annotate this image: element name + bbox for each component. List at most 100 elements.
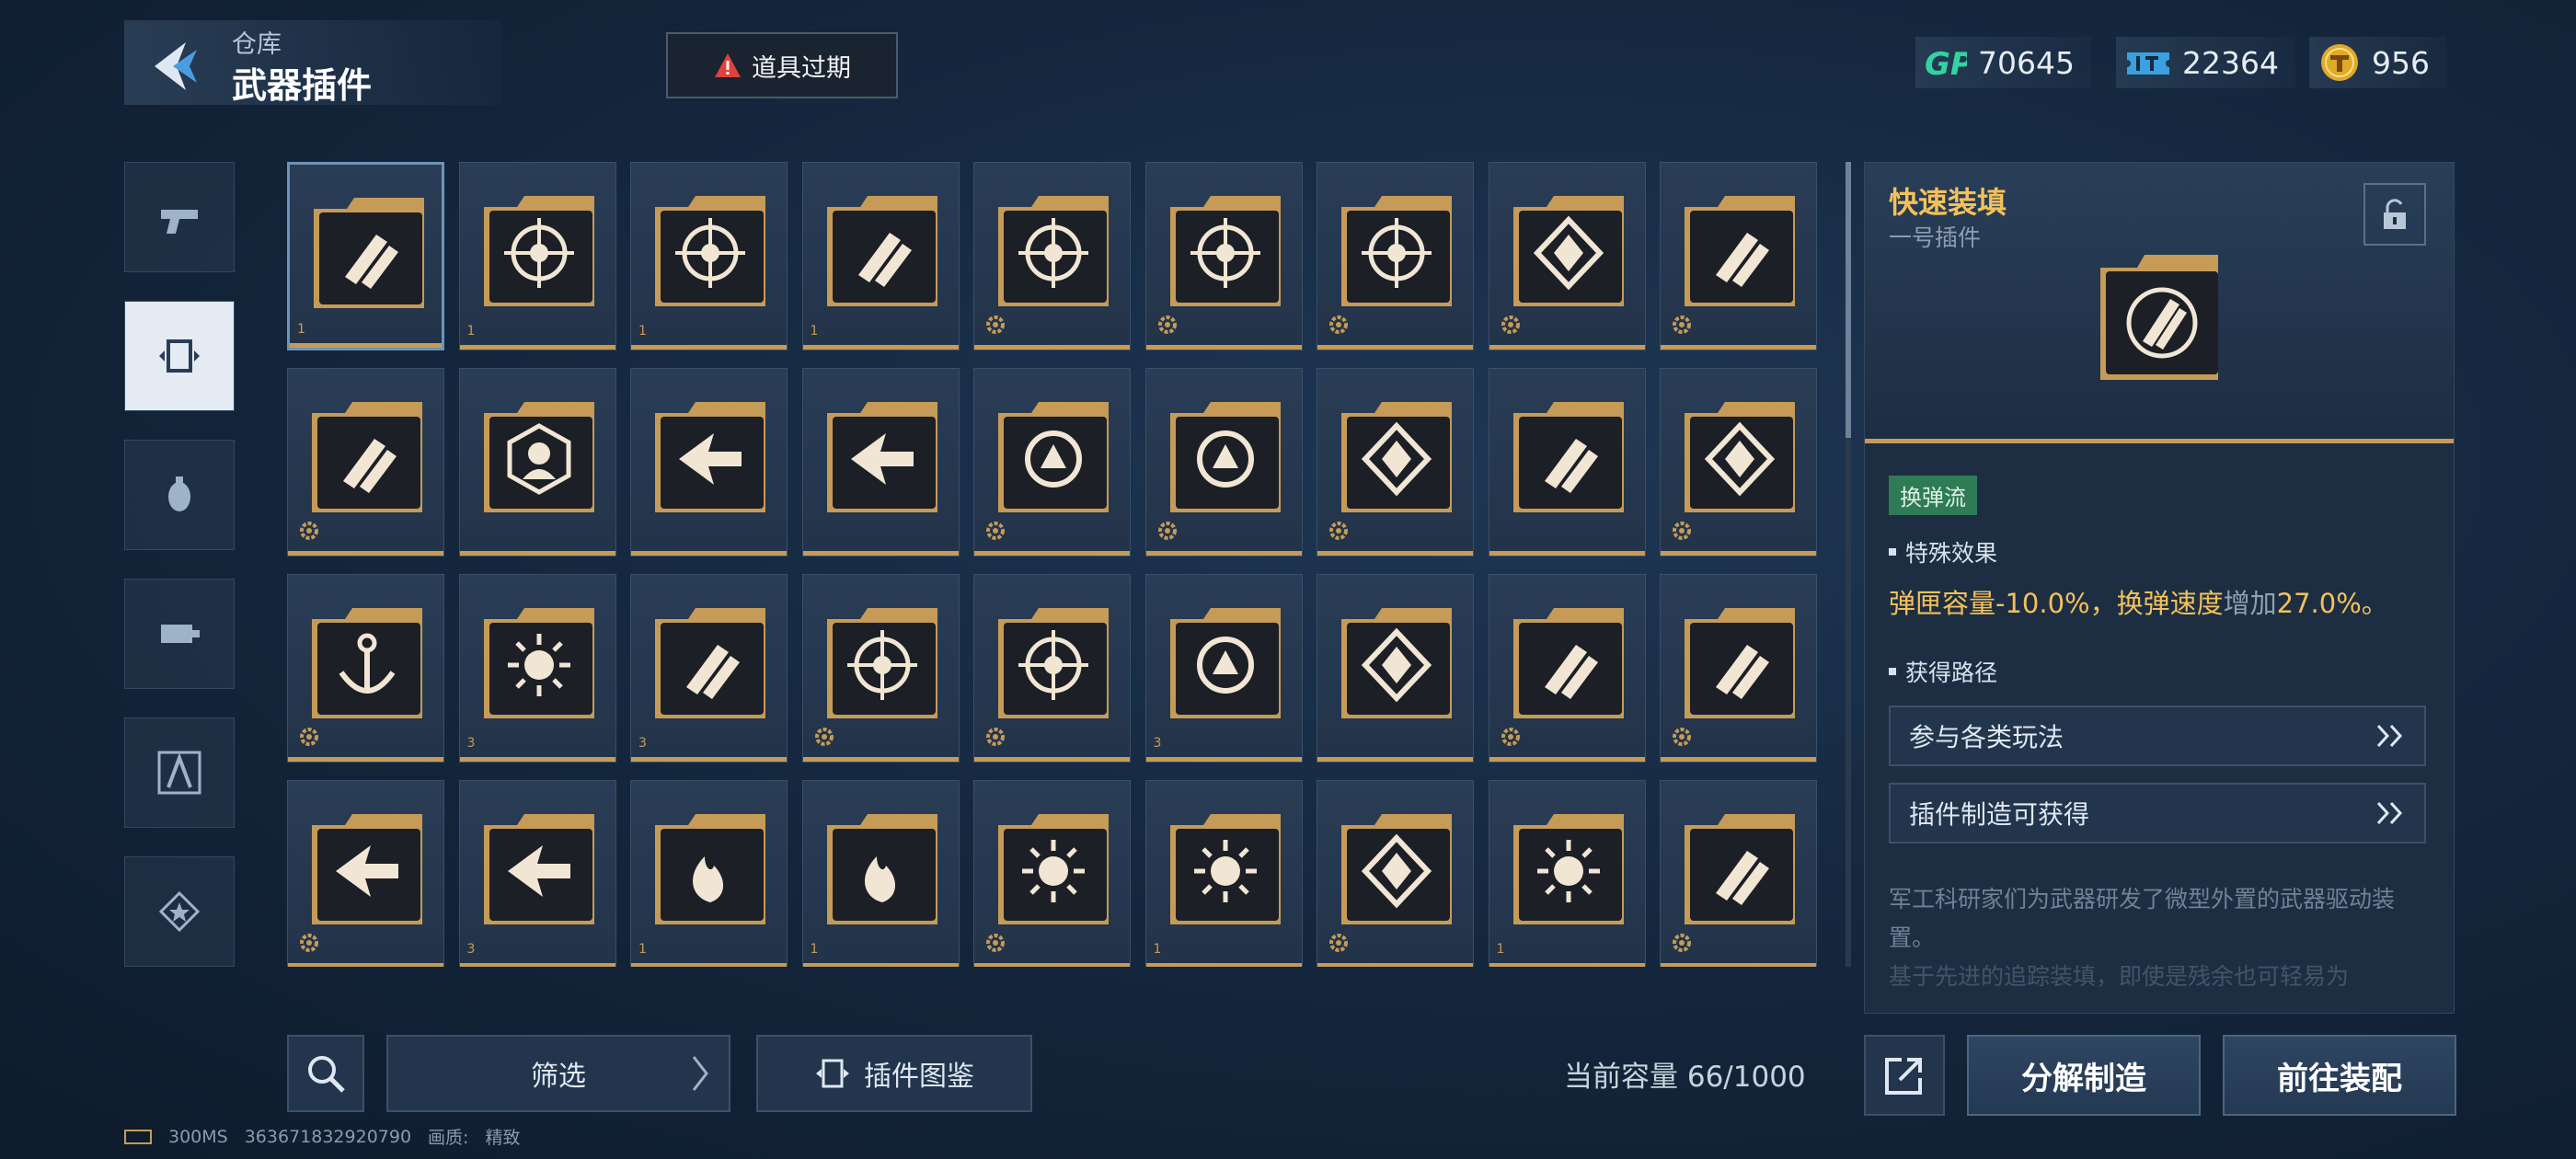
gear-badge-icon xyxy=(814,728,834,746)
plugin-card[interactable] xyxy=(973,162,1131,350)
gear-badge-icon xyxy=(1673,522,1691,540)
plugin-card[interactable] xyxy=(1488,368,1646,557)
expired-items-button[interactable]: 道具过期 xyxy=(666,32,898,98)
flame-icon xyxy=(864,856,895,902)
back-button[interactable] xyxy=(138,29,212,103)
rarity-bar xyxy=(288,757,443,762)
rarity-bar xyxy=(288,551,443,556)
capacity-readout: 当前容量 66/1000 xyxy=(1564,1061,1806,1094)
plugin-card[interactable] xyxy=(1660,162,1817,350)
plugin-card[interactable] xyxy=(1317,780,1474,967)
category-tab-pistol[interactable] xyxy=(124,162,235,272)
plugin-card[interactable] xyxy=(1660,574,1817,763)
plugin-card[interactable] xyxy=(1488,162,1646,350)
category-tab-tactical-gear[interactable] xyxy=(124,579,235,689)
rarity-bar xyxy=(1145,963,1302,967)
search-button[interactable] xyxy=(287,1035,364,1112)
plugin-card[interactable] xyxy=(1317,162,1474,350)
effect-attr-2: 换弹速度 xyxy=(2116,588,2224,619)
speed-bullet-icon xyxy=(1716,233,1769,287)
plugin-card[interactable]: 3 xyxy=(1144,574,1303,763)
plugin-card[interactable]: 1 xyxy=(287,162,444,350)
dismantle-craft-button[interactable]: 分解制造 xyxy=(1967,1035,2201,1116)
plugin-card[interactable]: 1 xyxy=(801,162,960,350)
plugin-card[interactable]: 3 xyxy=(630,574,788,763)
plugin-level: 3 xyxy=(638,736,647,751)
plugin-card[interactable] xyxy=(630,368,788,557)
route-gameplay-button[interactable]: 参与各类玩法 xyxy=(1889,706,2426,766)
grenade-icon xyxy=(168,476,190,511)
playstyle-tag: 换弹流 xyxy=(1889,476,1977,515)
breadcrumb-parent: 仓库 xyxy=(232,30,282,59)
plugin-card[interactable] xyxy=(1488,574,1646,763)
plugin-card[interactable]: 1 xyxy=(630,162,788,350)
wing-arrow-icon xyxy=(679,433,742,485)
filter-button[interactable]: 筛选 xyxy=(386,1035,730,1112)
plugin-card[interactable] xyxy=(973,574,1131,763)
plugin-card[interactable] xyxy=(1144,162,1303,350)
category-tab-star-badge[interactable] xyxy=(124,856,235,967)
plugin-card[interactable]: 3 xyxy=(458,780,616,967)
plugin-codex-button[interactable]: 插件图鉴 xyxy=(756,1035,1032,1112)
plugin-card[interactable] xyxy=(287,574,444,763)
plugin-card[interactable] xyxy=(287,780,444,967)
route-crafting-label: 插件制造可获得 xyxy=(1909,799,2090,830)
category-tab-plugin-chip[interactable] xyxy=(124,301,235,411)
plugin-card[interactable]: 1 xyxy=(1488,780,1646,967)
plugin-card[interactable] xyxy=(1317,574,1474,763)
plugin-description-text: 军工科研家们为武器研发了微型外置的武器驱动装置。 xyxy=(1889,886,2396,951)
plugin-level: 1 xyxy=(638,324,647,339)
plugin-card[interactable] xyxy=(973,368,1131,557)
plugin-card[interactable] xyxy=(801,368,960,557)
plugin-card[interactable] xyxy=(1660,368,1817,557)
section-effect-label: 特殊效果 xyxy=(1905,540,1998,567)
plugin-card[interactable] xyxy=(1660,780,1817,967)
unlock-icon xyxy=(2384,199,2406,229)
gear-badge-icon xyxy=(300,934,318,952)
rarity-bar xyxy=(631,963,787,967)
plugin-card[interactable]: 1 xyxy=(630,780,788,967)
rarity-bar xyxy=(1489,551,1645,556)
expired-items-label: 道具过期 xyxy=(752,53,851,83)
category-tab-compass-tool[interactable] xyxy=(124,717,235,828)
rarity-bar xyxy=(1145,551,1302,556)
route-gameplay-label: 参与各类玩法 xyxy=(1909,722,2064,752)
plugin-card[interactable]: 3 xyxy=(458,574,616,763)
rarity-bar xyxy=(1661,551,1816,556)
plugin-card[interactable] xyxy=(801,574,960,763)
route-crafting-button[interactable]: 插件制造可获得 xyxy=(1889,783,2426,843)
grid-scrollbar[interactable] xyxy=(1846,162,1851,967)
plugin-card[interactable] xyxy=(458,368,616,557)
gp-currency-icon: GP xyxy=(1925,46,1967,81)
plugin-card[interactable]: 1 xyxy=(1144,780,1303,967)
category-tab-grenade[interactable] xyxy=(124,440,235,550)
currency-gold-value: 956 xyxy=(2372,44,2430,81)
anchor-icon xyxy=(339,633,396,694)
wing-arrow-icon xyxy=(850,433,914,485)
plugin-slot: 一号插件 xyxy=(1889,224,1982,251)
lock-button[interactable] xyxy=(2363,183,2426,246)
speed-bullet-icon xyxy=(343,439,397,493)
arrow-up-target-icon xyxy=(1362,218,1432,288)
share-button[interactable] xyxy=(1864,1035,1945,1116)
plugin-card[interactable]: 1 xyxy=(458,162,616,350)
grid-scrollbar-thumb[interactable] xyxy=(1846,162,1851,438)
crossed-bullets-icon xyxy=(686,645,740,699)
rarity-bar xyxy=(1317,757,1473,762)
flame-icon xyxy=(693,856,724,902)
rarity-bar xyxy=(802,551,959,556)
plugin-card[interactable] xyxy=(973,780,1131,967)
cycle-triangle-icon xyxy=(1025,430,1082,488)
plugin-card[interactable] xyxy=(1317,368,1474,557)
plugin-detail-panel: 快速装填 一号插件 换弹流 特殊效果 弹匣容量-10.0%，换弹速度增加27.0… xyxy=(1864,162,2455,1014)
effect-text: 弹匣容量-10.0%，换弹速度增加27.0%。 xyxy=(1889,582,2388,621)
missile-up-icon xyxy=(1544,439,1598,493)
plugin-card[interactable] xyxy=(287,368,444,557)
plugin-card[interactable]: 1 xyxy=(801,780,960,967)
plugin-card[interactable] xyxy=(1144,368,1303,557)
gear-badge-icon xyxy=(1501,728,1520,746)
section-source-header: 获得路径 xyxy=(1889,655,1997,688)
rarity-bar xyxy=(974,345,1130,350)
go-equip-button[interactable]: 前往装配 xyxy=(2223,1035,2456,1116)
plugin-level: 1 xyxy=(466,324,476,339)
